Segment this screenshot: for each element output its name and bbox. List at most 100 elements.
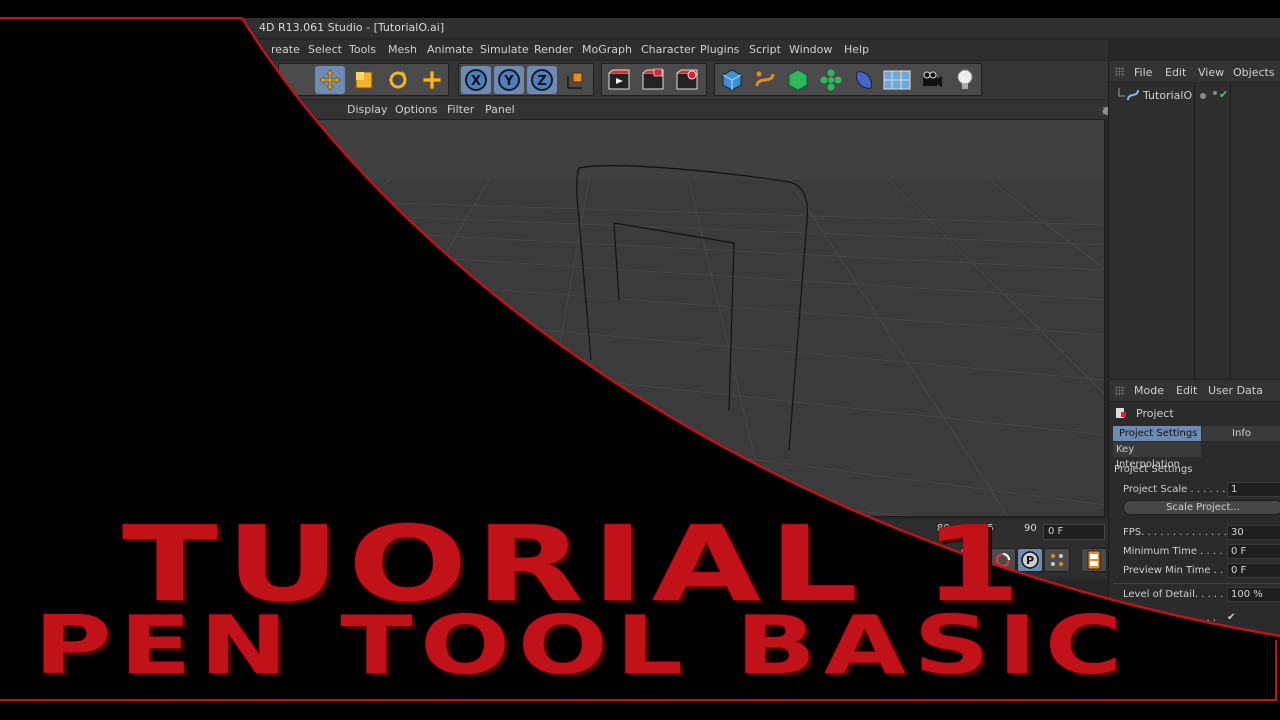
menu-select[interactable]: Select	[308, 43, 342, 56]
cube-icon	[722, 69, 742, 91]
x-axis-button[interactable]: X	[461, 66, 491, 94]
viewport-menu-options[interactable]: Options	[395, 103, 437, 116]
am-menu-user-data[interactable]: User Data	[1208, 384, 1263, 397]
rotate-tool-button[interactable]	[383, 66, 413, 94]
perspective-viewport[interactable]	[228, 119, 1105, 517]
attribute-manager-menu: Mode Edit User Data	[1109, 380, 1280, 402]
add-icon	[422, 70, 442, 90]
menu-mesh[interactable]: Mesh	[388, 43, 417, 56]
minimum-time-row: Minimum Time . . . . . 0 F	[1109, 544, 1280, 561]
menu-script[interactable]: Script	[749, 43, 781, 56]
render-dot-icon[interactable]	[1213, 91, 1217, 95]
am-menu-mode[interactable]: Mode	[1134, 384, 1164, 397]
viewport-menu-bar: Display Options Filter Panel ✥ ⇕ ↻ ▭	[0, 100, 1112, 119]
cube-button[interactable]	[717, 66, 747, 94]
menu-bar: reate Select Tools Mesh Animate Simulate…	[0, 40, 1108, 60]
level-of-detail-label: Level of Detail. . . . .	[1123, 589, 1224, 600]
minimum-time-input[interactable]: 0 F	[1227, 544, 1280, 559]
menu-window[interactable]: Window	[789, 43, 832, 56]
level-of-detail-input[interactable]: 100 %	[1227, 587, 1280, 602]
menu-render[interactable]: Render	[534, 43, 573, 56]
project-scale-input[interactable]: 1	[1227, 482, 1280, 497]
menu-help[interactable]: Help	[844, 43, 869, 56]
render-picture-viewer-button[interactable]	[638, 66, 668, 94]
light-icon	[957, 69, 973, 89]
panel-gripper-icon[interactable]	[1115, 386, 1125, 396]
project-icon	[1116, 408, 1126, 418]
deformer-button[interactable]	[849, 66, 879, 94]
floor-icon	[883, 70, 911, 90]
add-tool-button[interactable]	[417, 66, 447, 94]
axis-lock-group: X Y Z	[458, 63, 594, 96]
key-options-button[interactable]	[1044, 548, 1070, 572]
tab-info[interactable]: Info	[1202, 426, 1280, 441]
array-button[interactable]	[816, 66, 846, 94]
floor-button[interactable]	[882, 66, 912, 94]
section-heading: Project Settings	[1114, 464, 1193, 475]
attribute-manager: Mode Edit User Data Project Project Sett…	[1108, 380, 1280, 720]
light-button[interactable]	[950, 66, 980, 94]
camera-icon	[923, 71, 942, 87]
visibility-dot-icon[interactable]	[1200, 93, 1206, 99]
scale-icon	[355, 71, 373, 89]
minimum-time-label: Minimum Time . . . . .	[1123, 546, 1229, 557]
deformer-icon	[855, 71, 873, 89]
coordinate-system-button[interactable]	[561, 66, 591, 94]
render-picture-viewer-icon	[642, 68, 664, 90]
fps-input[interactable]: 30	[1227, 525, 1280, 540]
object-name[interactable]: TutorialO	[1143, 89, 1192, 102]
camera-button[interactable]	[917, 66, 947, 94]
project-scale-row: Project Scale . . . . . . . 1	[1109, 482, 1280, 499]
om-menu-edit[interactable]: Edit	[1165, 66, 1186, 79]
menu-simulate[interactable]: Simulate	[480, 43, 529, 56]
menu-animate[interactable]: Animate	[427, 43, 473, 56]
om-menu-view[interactable]: View	[1198, 66, 1224, 79]
tab-key-interpolation[interactable]: Key Interpolation	[1113, 442, 1201, 470]
z-axis-button[interactable]: Z	[527, 66, 557, 94]
viewport-menu-display[interactable]: Display	[347, 103, 388, 116]
spline-icon	[755, 71, 775, 87]
om-menu-objects[interactable]: Objects	[1233, 66, 1275, 79]
move-tool-button[interactable]	[315, 66, 345, 94]
preview-min-time-label: Preview Min Time . . .	[1123, 565, 1230, 576]
film-icon	[1087, 550, 1101, 570]
panel-gripper-icon[interactable]	[1115, 67, 1125, 77]
attribute-title: Project	[1136, 407, 1174, 420]
render-view-button[interactable]	[604, 66, 634, 94]
scale-project-button[interactable]: Scale Project...	[1123, 500, 1280, 515]
render-settings-icon	[676, 69, 698, 90]
tab-project-settings[interactable]: Project Settings	[1113, 426, 1201, 441]
om-menu-file[interactable]: File	[1134, 66, 1152, 79]
x-axis-icon: X	[465, 69, 487, 91]
menu-create[interactable]: reate	[271, 43, 300, 56]
menu-tools[interactable]: Tools	[349, 43, 376, 56]
film-strip-button[interactable]	[1081, 548, 1107, 572]
render-lod-checkbox[interactable]: ✔	[1227, 612, 1235, 623]
column-divider	[1194, 83, 1195, 378]
render-settings-button[interactable]	[672, 66, 702, 94]
object-manager: File Edit View Objects TutorialO ✔	[1108, 61, 1280, 378]
move-icon	[319, 69, 341, 91]
render-group	[601, 63, 707, 96]
enabled-check-icon[interactable]: ✔	[1219, 88, 1228, 101]
current-frame-field[interactable]: 0 F	[1043, 524, 1105, 540]
menu-character[interactable]: Character	[641, 43, 695, 56]
divider	[1113, 583, 1280, 584]
am-menu-edit[interactable]: Edit	[1176, 384, 1197, 397]
preview-min-time-row: Preview Min Time . . . 0 F	[1109, 563, 1280, 580]
window-title: 4D R13.061 Studio - [TutorialO.ai]	[0, 18, 1280, 38]
nurbs-icon	[788, 69, 808, 91]
menu-mograph[interactable]: MoGraph	[582, 43, 632, 56]
y-axis-button[interactable]: Y	[494, 66, 524, 94]
viewport-menu-panel[interactable]: Panel	[485, 103, 515, 116]
scale-tool-button[interactable]	[349, 66, 379, 94]
preview-min-time-input[interactable]: 0 F	[1227, 563, 1280, 578]
nurbs-button[interactable]	[783, 66, 813, 94]
viewport-scene	[229, 120, 1104, 516]
render-lod-row: ation . . . . . ✔	[1109, 611, 1280, 628]
menu-plugins[interactable]: Plugins	[700, 43, 739, 56]
main-toolbar: X Y Z	[0, 61, 1108, 99]
spline-button[interactable]	[750, 66, 780, 94]
object-row-tutorial[interactable]: TutorialO ✔	[1109, 87, 1280, 104]
viewport-menu-filter[interactable]: Filter	[447, 103, 474, 116]
